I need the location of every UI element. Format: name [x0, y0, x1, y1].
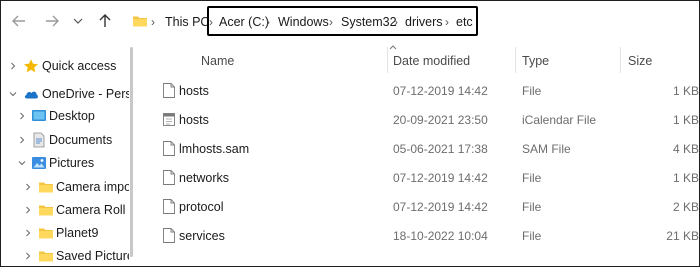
sidebar-item-label: Camera import [56, 180, 129, 194]
sidebar-item-desktop[interactable]: Desktop [1, 105, 129, 127]
chevron-down-icon [73, 18, 83, 24]
file-type: SAM File [522, 142, 571, 156]
sidebar-item-camera-import[interactable]: Camera import [1, 176, 129, 198]
folder-icon [39, 182, 53, 193]
file-name: hosts [179, 84, 209, 98]
folder-icon [133, 16, 147, 27]
chevron-right-icon[interactable] [17, 111, 27, 121]
sidebar-item-label: Saved Pictures [56, 249, 129, 263]
table-row[interactable]: hosts 07-12-2019 14:42 File 1 KB [149, 79, 699, 103]
file-date-modified: 07-12-2019 14:42 [393, 171, 488, 185]
chevron-right-icon[interactable] [23, 251, 33, 261]
cloud-icon [24, 91, 38, 99]
table-row[interactable]: protocol 07-12-2019 14:42 File 2 KB [149, 195, 699, 219]
calendar-file-icon [163, 113, 175, 126]
column-header-name[interactable]: Name [201, 53, 234, 69]
file-size: 2 KB [672, 200, 699, 214]
navigation-bar: › This PC › Acer (C:) › Windows › System… [1, 1, 699, 41]
file-size: 21 KB [666, 229, 699, 243]
file-name: networks [179, 171, 230, 185]
sidebar-item-camera-roll[interactable]: Camera Roll [1, 199, 129, 221]
file-icon [163, 83, 175, 98]
sidebar-item-label: Desktop [49, 109, 95, 123]
arrow-up-icon [99, 14, 111, 27]
table-row[interactable]: hosts 20-09-2021 23:50 iCalendar File 1 … [149, 108, 699, 132]
file-icon [163, 199, 175, 214]
sidebar-item-label: OneDrive - Person [42, 87, 129, 101]
sidebar-item-label: Quick access [42, 59, 117, 73]
chevron-right-icon[interactable] [23, 205, 33, 215]
forward-button[interactable] [42, 11, 62, 31]
column-header-size[interactable]: Size [628, 53, 652, 69]
file-type: File [522, 229, 542, 243]
file-name: services [179, 229, 225, 243]
chevron-up-icon[interactable] [388, 43, 398, 51]
file-type: File [522, 200, 542, 214]
chevron-right-icon[interactable] [8, 61, 18, 71]
path-highlight-box [207, 6, 478, 36]
scrollbar-thumb[interactable] [130, 47, 133, 257]
sidebar-item-label: Documents [49, 133, 113, 147]
sidebar-item-label: Camera Roll [56, 203, 126, 217]
file-name: protocol [179, 200, 224, 214]
pictures-folder-icon [32, 157, 46, 169]
file-type: File [522, 171, 542, 185]
sidebar-item-planet9[interactable]: Planet9 [1, 222, 129, 244]
file-date-modified: 07-12-2019 14:42 [393, 200, 488, 214]
chevron-right-icon[interactable] [23, 182, 33, 192]
file-type: iCalendar File [522, 113, 597, 127]
folder-icon [39, 205, 53, 216]
sidebar-item-onedrive[interactable]: OneDrive - Person [1, 83, 129, 105]
column-divider[interactable] [620, 47, 621, 73]
chevron-right-icon: › [151, 15, 155, 29]
recent-locations-button[interactable] [68, 11, 88, 31]
folder-icon [39, 228, 53, 239]
sidebar-item-label: Pictures [49, 156, 95, 170]
desktop-folder-icon [32, 110, 46, 121]
file-date-modified: 18-10-2022 10:04 [393, 229, 488, 243]
sidebar-item-pictures[interactable]: Pictures [1, 152, 129, 174]
sidebar-item-label: Planet9 [56, 226, 99, 240]
column-divider[interactable] [515, 47, 516, 73]
table-row[interactable]: networks 07-12-2019 14:42 File 1 KB [149, 166, 699, 190]
sidebar-item-documents[interactable]: Documents [1, 129, 129, 151]
breadcrumb-this-pc[interactable]: This PC [165, 14, 209, 30]
chevron-right-icon[interactable] [17, 135, 27, 145]
file-name: hosts [179, 113, 209, 127]
file-explorer-window: › This PC › Acer (C:) › Windows › System… [0, 0, 700, 267]
navigation-pane: Quick access OneDrive - Person Desktop [1, 41, 129, 266]
file-date-modified: 20-09-2021 23:50 [393, 113, 488, 127]
documents-folder-icon [33, 132, 45, 148]
arrow-left-icon [12, 15, 25, 27]
file-name: lmhosts.sam [179, 142, 250, 156]
file-type: File [522, 84, 542, 98]
folder-icon [39, 251, 53, 262]
file-size: 1 KB [672, 84, 699, 98]
file-size: 4 KB [672, 142, 699, 156]
file-list: Name Date modified Type Size hosts 07-12… [135, 41, 699, 266]
file-date-modified: 07-12-2019 14:42 [393, 84, 488, 98]
file-icon [163, 170, 175, 185]
column-header-date-modified[interactable]: Date modified [393, 53, 470, 69]
column-divider[interactable] [387, 47, 388, 73]
chevron-down-icon[interactable] [17, 158, 27, 168]
column-header-type[interactable]: Type [522, 53, 549, 69]
star-icon [24, 59, 38, 73]
back-button[interactable] [9, 11, 29, 31]
file-icon [163, 228, 175, 243]
arrow-right-icon [46, 15, 59, 27]
sidebar-item-saved-pictures[interactable]: Saved Pictures [1, 245, 129, 266]
table-row[interactable]: lmhosts.sam 05-06-2021 17:38 SAM File 4 … [149, 137, 699, 161]
file-icon [163, 141, 175, 156]
file-size: 1 KB [672, 113, 699, 127]
chevron-down-icon[interactable] [8, 89, 18, 99]
file-size: 1 KB [672, 171, 699, 185]
up-button[interactable] [95, 11, 115, 31]
table-row[interactable]: services 18-10-2022 10:04 File 21 KB [149, 224, 699, 248]
file-date-modified: 05-06-2021 17:38 [393, 142, 488, 156]
sidebar-item-quick-access[interactable]: Quick access [1, 55, 129, 77]
chevron-right-icon[interactable] [23, 228, 33, 238]
